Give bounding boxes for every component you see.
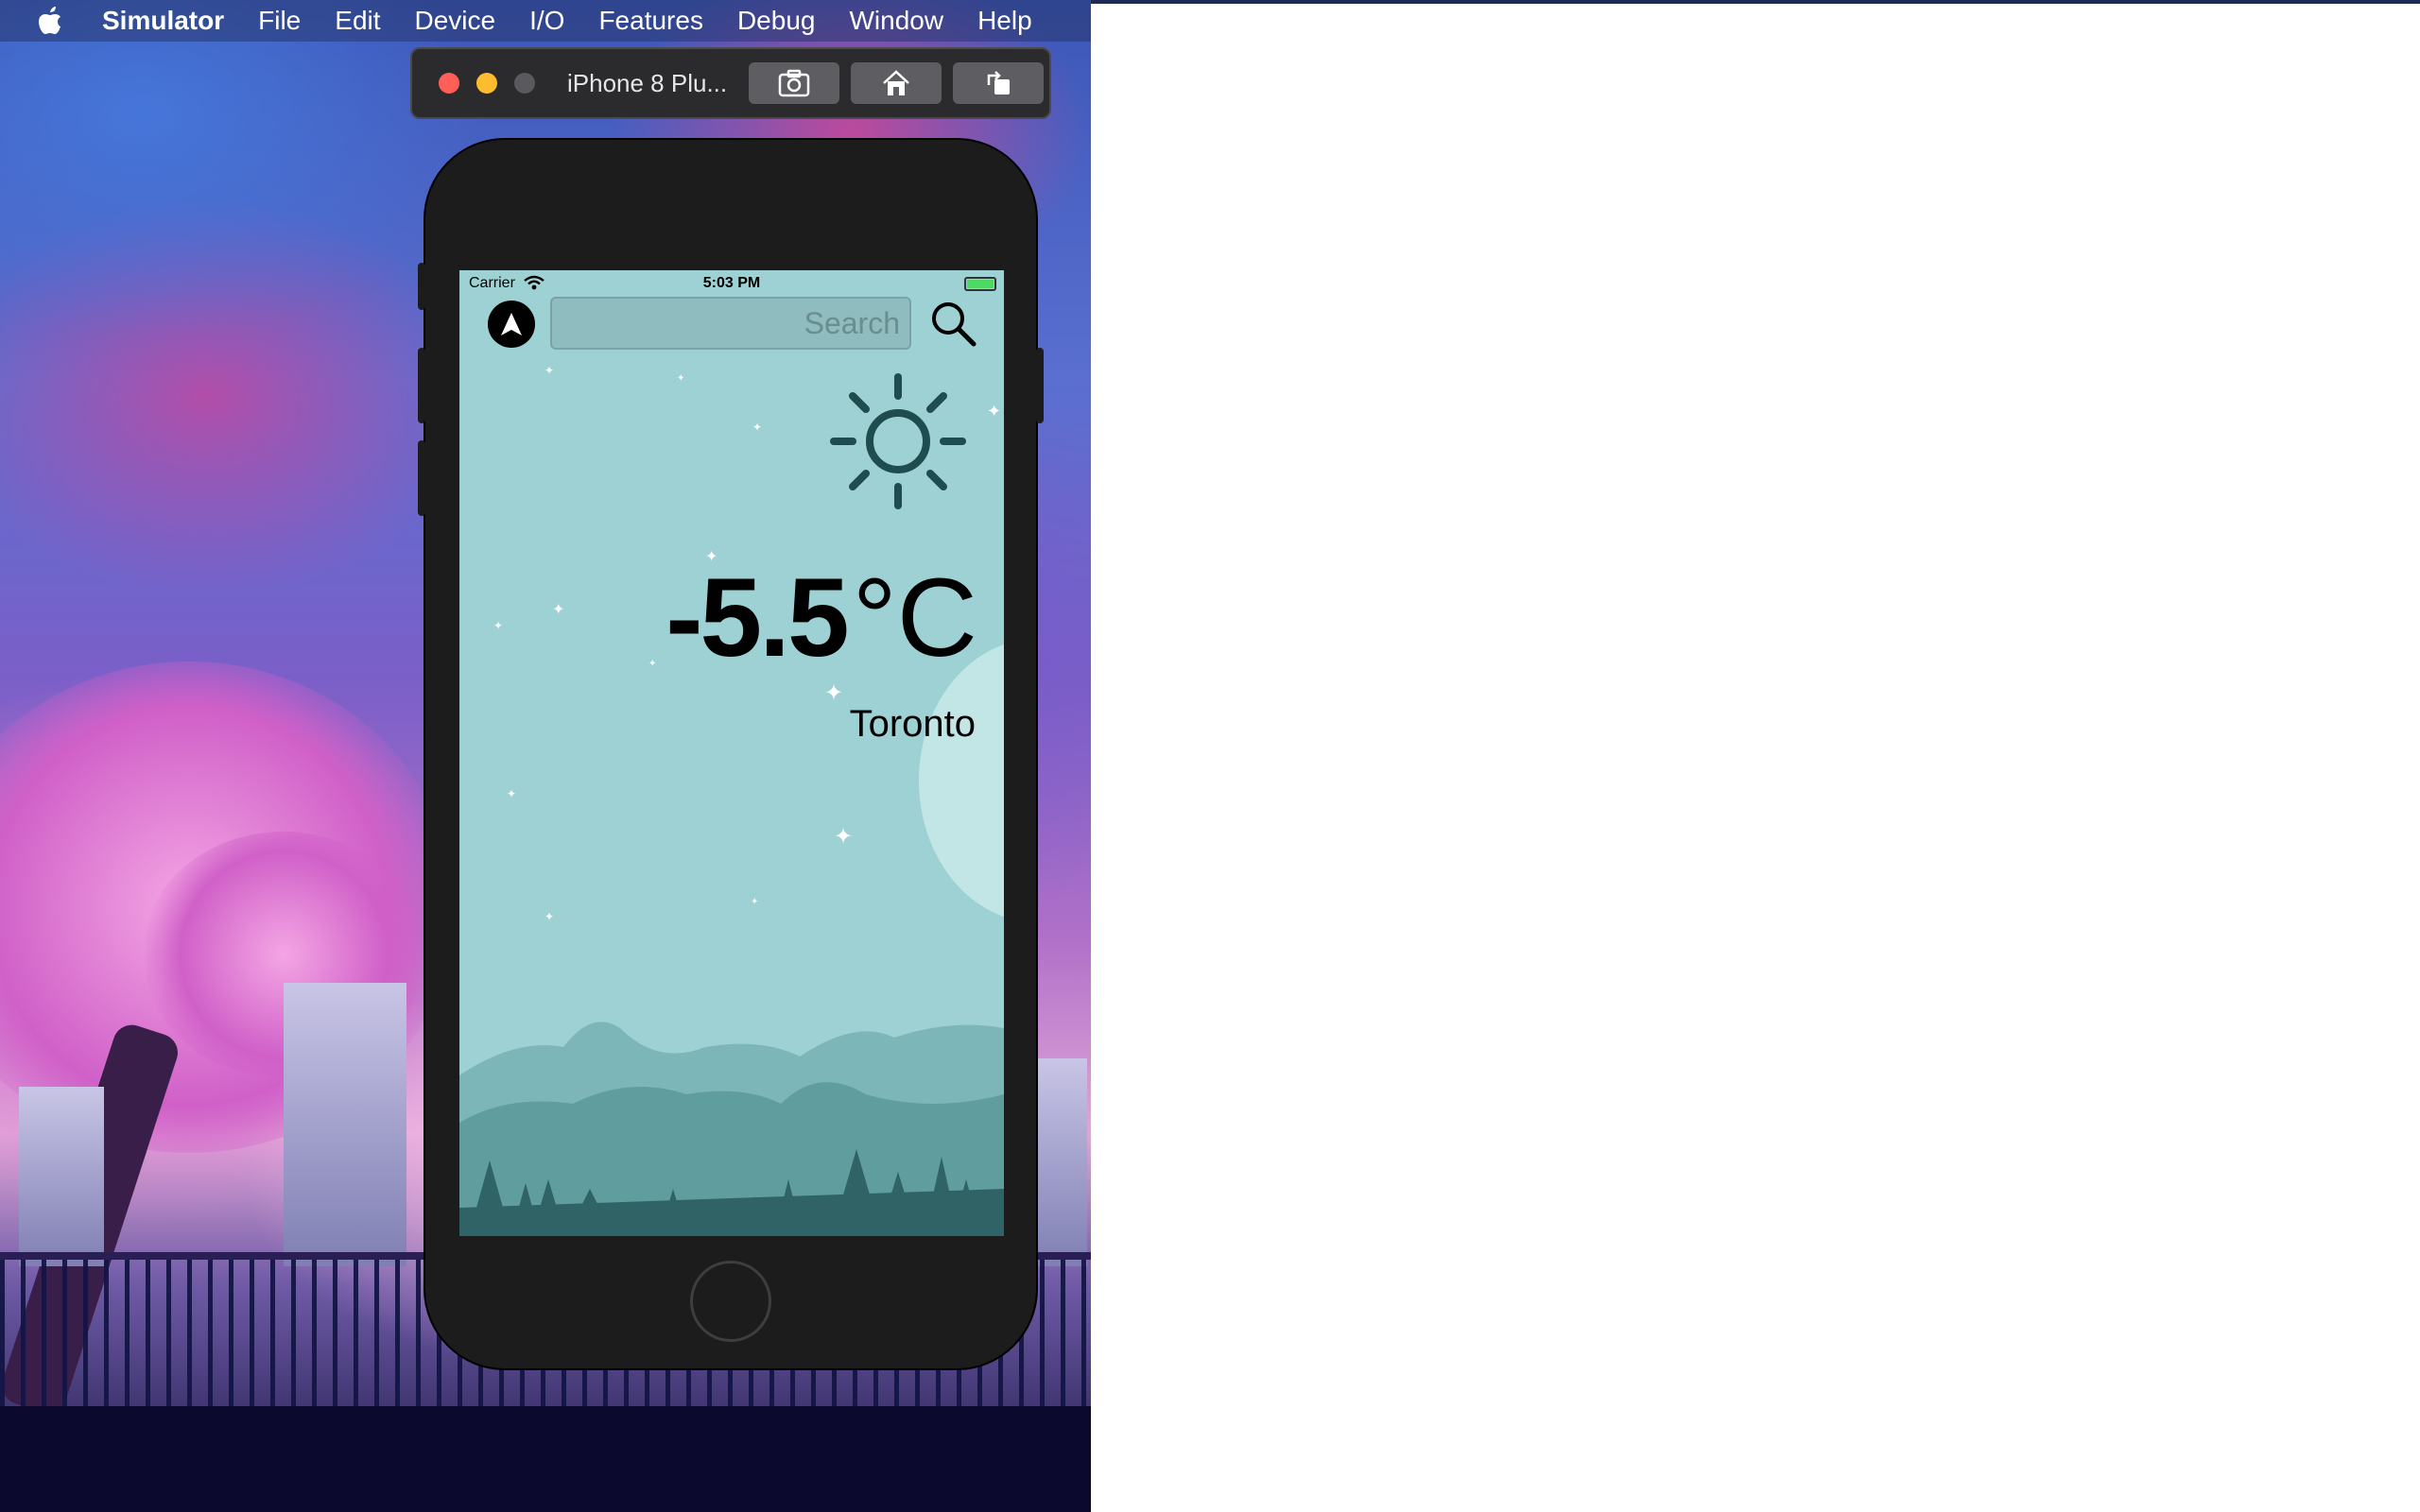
menu-device[interactable]: Device	[415, 6, 496, 36]
menu-bar: Simulator File Edit Device I/O Features …	[0, 0, 1091, 42]
navigation-arrow-icon	[501, 313, 522, 335]
mute-switch[interactable]	[418, 263, 425, 310]
star-decoration: ✦	[752, 421, 763, 434]
menu-debug[interactable]: Debug	[737, 6, 816, 36]
city-label: Toronto	[849, 703, 976, 745]
menu-app-name[interactable]: Simulator	[102, 6, 224, 36]
close-window-button[interactable]	[439, 73, 459, 94]
volume-up-button[interactable]	[418, 348, 425, 423]
star-decoration: ✦	[751, 897, 759, 907]
star-decoration: ✦	[544, 364, 555, 377]
star-decoration: ✦	[824, 680, 844, 706]
screenshot-icon	[778, 69, 810, 97]
menu-edit[interactable]: Edit	[335, 6, 380, 36]
star-decoration: ✦	[648, 659, 657, 669]
home-button[interactable]	[851, 62, 942, 104]
star-decoration: ✦	[507, 787, 517, 800]
landscape-illustration	[459, 1022, 1004, 1236]
apple-icon[interactable]	[38, 7, 62, 35]
wallpaper-ground	[0, 1406, 1091, 1512]
star-decoration: ✦	[552, 602, 565, 618]
menu-file[interactable]: File	[258, 6, 301, 36]
temperature-unit: °C	[852, 556, 977, 680]
search-icon[interactable]	[928, 299, 977, 348]
search-input[interactable]	[550, 297, 911, 350]
temperature-display: -5.5 °C	[666, 554, 977, 682]
simulator-toolbar: iPhone 8 Plu...	[410, 47, 1051, 119]
menu-window[interactable]: Window	[849, 6, 943, 36]
battery-icon	[964, 277, 996, 291]
menu-io[interactable]: I/O	[529, 6, 564, 36]
star-decoration: ✦	[493, 619, 504, 632]
device-title: iPhone 8 Plu...	[567, 68, 728, 97]
wallpaper-building	[284, 983, 406, 1266]
star-decoration: ✦	[987, 402, 1002, 421]
star-decoration: ✦	[544, 910, 555, 923]
zoom-window-button[interactable]	[514, 73, 535, 94]
device-home-button[interactable]	[690, 1261, 771, 1342]
sun-icon	[830, 373, 966, 509]
rotate-button[interactable]	[953, 62, 1044, 104]
status-bar: Carrier 5:03 PM	[459, 270, 1004, 297]
volume-down-button[interactable]	[418, 440, 425, 516]
star-decoration: ✦	[834, 824, 854, 850]
power-button[interactable]	[1036, 348, 1044, 423]
menu-features[interactable]: Features	[598, 6, 703, 36]
menu-help[interactable]: Help	[977, 6, 1032, 36]
app-screen: ✦ ✦ ✦ ✦ ✦ ✦ ✦ ✦ ✦ ✦ ✦ ✦ ✦ Carrier 5:03 P…	[459, 270, 1004, 1236]
home-icon	[883, 70, 909, 95]
screenshot-button[interactable]	[749, 62, 839, 104]
status-time: 5:03 PM	[702, 275, 761, 291]
window-top-edge	[1091, 0, 2420, 4]
rotate-icon	[987, 71, 1010, 94]
temperature-value: -5.5	[666, 556, 849, 680]
star-decoration: ✦	[677, 373, 685, 384]
iphone-device-frame: ✦ ✦ ✦ ✦ ✦ ✦ ✦ ✦ ✦ ✦ ✦ ✦ ✦ Carrier 5:03 P…	[418, 140, 1044, 1368]
minimize-window-button[interactable]	[476, 73, 497, 94]
location-button[interactable]	[488, 301, 535, 348]
wallpaper-building	[19, 1087, 104, 1266]
